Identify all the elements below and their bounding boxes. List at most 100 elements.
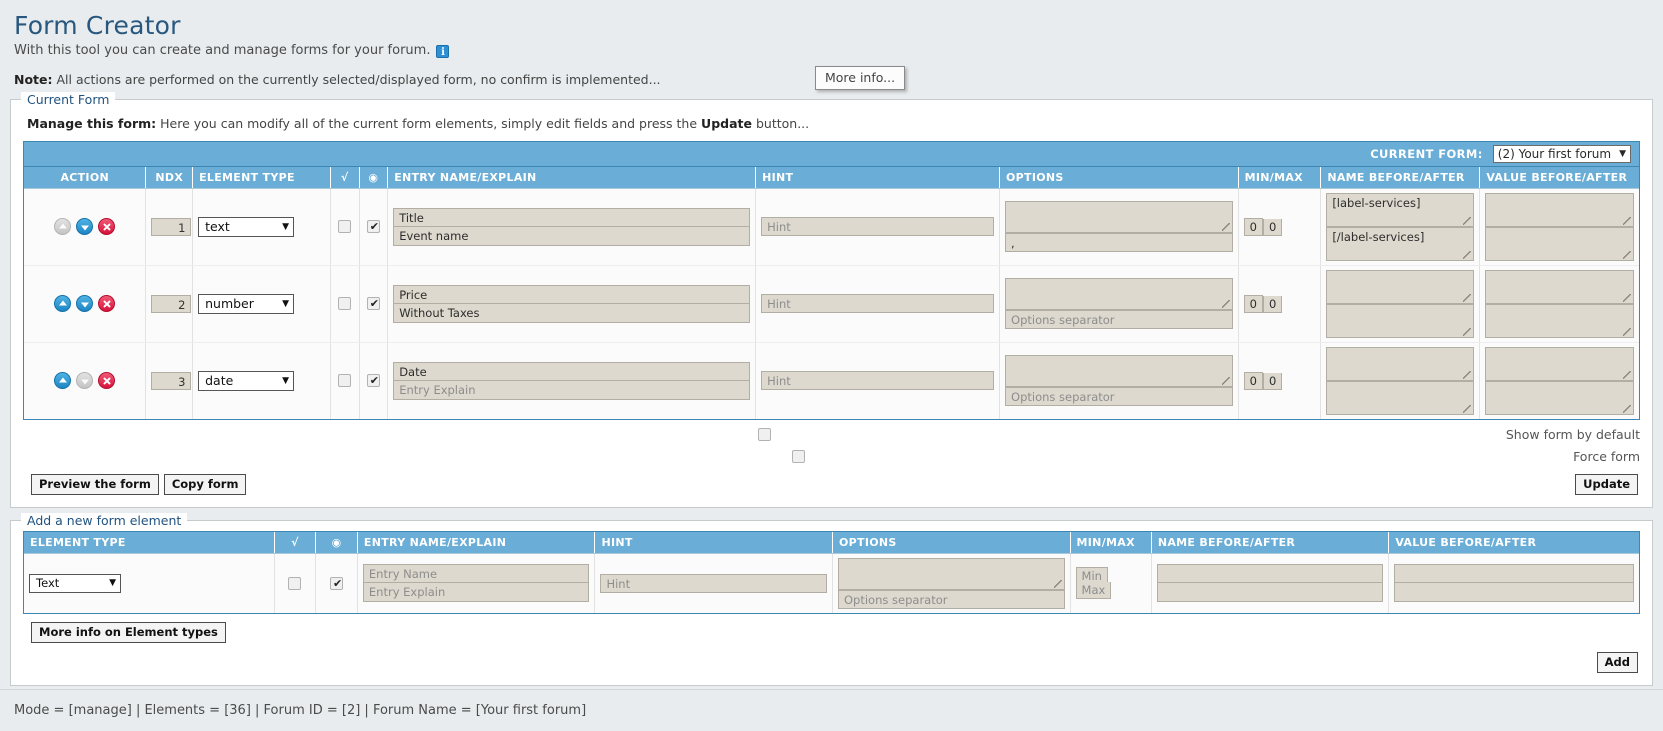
min-input[interactable]: 0	[1243, 217, 1263, 236]
move-up-icon[interactable]	[54, 372, 72, 390]
ndx-input[interactable]: 2	[151, 294, 192, 313]
info-icon[interactable]: i	[436, 44, 450, 58]
options-textarea[interactable]	[1005, 278, 1233, 311]
show-form-checkbox[interactable]	[758, 427, 772, 441]
more-info-button-wrap: More info on Element types	[31, 621, 1640, 643]
add-col-element-type: ELEMENT TYPE	[24, 531, 275, 554]
add-options-separator-input[interactable]: Options separator	[838, 589, 1065, 609]
visible-checkbox[interactable]	[366, 296, 381, 311]
add-element-legend: Add a new form element	[21, 512, 188, 528]
name-before-input[interactable]: [label-services]	[1326, 192, 1475, 227]
add-visible-checkbox[interactable]	[330, 576, 344, 591]
add-value-after-input[interactable]	[1394, 583, 1634, 603]
element-type-select[interactable]: date ▼	[198, 370, 295, 391]
name-before-input[interactable]	[1326, 269, 1475, 304]
required-checkbox[interactable]	[338, 374, 352, 388]
add-max-input[interactable]: Max	[1075, 582, 1112, 600]
cell-value-before-after	[1479, 265, 1639, 343]
options-separator-input[interactable]: Options separator	[1005, 310, 1233, 330]
entry-name-input[interactable]: Date	[393, 361, 751, 381]
required-checkbox[interactable]	[338, 297, 352, 311]
add-cell-entry: Entry Name Entry Explain	[357, 553, 596, 613]
element-type-select[interactable]: number ▼	[198, 293, 295, 314]
force-form-option[interactable]: Force form	[31, 449, 1640, 464]
options-separator-input[interactable]: Options separator	[1005, 387, 1233, 407]
cell-element-type: text ▼	[192, 188, 331, 266]
update-button[interactable]: Update	[1575, 473, 1638, 495]
cell-hint: Hint	[755, 188, 1001, 266]
add-options-textarea[interactable]	[838, 557, 1065, 590]
max-input[interactable]: 0	[1262, 295, 1283, 313]
visible-checkbox[interactable]	[366, 373, 381, 388]
entry-explain-input[interactable]: Event name	[393, 226, 751, 246]
options-separator-input[interactable]: ,	[1005, 233, 1233, 253]
min-input[interactable]: 0	[1243, 371, 1263, 390]
value-before-input[interactable]	[1485, 346, 1634, 381]
entry-name-input[interactable]: Title	[393, 207, 751, 227]
value-after-input[interactable]	[1485, 226, 1634, 261]
add-element-type-select[interactable]: Text ▼	[29, 573, 121, 593]
move-up-icon[interactable]	[54, 218, 72, 236]
options-textarea[interactable]	[1005, 201, 1233, 234]
value-before-input[interactable]	[1485, 192, 1634, 227]
manage-this-form-line: Manage this form: Here you can modify al…	[27, 116, 1640, 131]
ndx-input[interactable]: 1	[151, 217, 192, 236]
delete-icon[interactable]	[98, 218, 116, 236]
add-cell-hint: Hint	[594, 553, 833, 613]
move-up-icon[interactable]	[54, 295, 72, 313]
hint-input[interactable]: Hint	[761, 217, 995, 237]
hint-input[interactable]: Hint	[761, 294, 995, 314]
entry-name-input[interactable]: Price	[393, 284, 751, 304]
entry-explain-input[interactable]: Without Taxes	[393, 303, 751, 323]
hint-input[interactable]: Hint	[761, 371, 995, 391]
preview-form-button[interactable]: Preview the form	[31, 473, 159, 495]
name-after-input[interactable]: [/label-services]	[1326, 226, 1475, 261]
add-button[interactable]: Add	[1596, 651, 1638, 673]
cell-ndx: 2	[145, 265, 194, 343]
value-after-input[interactable]	[1485, 303, 1634, 338]
name-after-input[interactable]	[1326, 380, 1475, 415]
note-label: Note:	[14, 71, 53, 87]
move-down-icon[interactable]	[76, 372, 94, 390]
add-entry-explain-input[interactable]: Entry Explain	[362, 583, 590, 603]
cell-name-before-after	[1320, 265, 1481, 343]
max-input[interactable]: 0	[1262, 218, 1283, 236]
min-input[interactable]: 0	[1243, 294, 1263, 313]
copy-form-button[interactable]: Copy form	[163, 473, 247, 495]
manage-label: Manage this form:	[27, 115, 157, 131]
add-name-before-input[interactable]	[1156, 564, 1384, 584]
add-entry-name-input[interactable]: Entry Name	[362, 564, 590, 584]
cell-entry: Price Without Taxes	[387, 265, 757, 343]
value-after-input[interactable]	[1485, 380, 1634, 415]
chevron-down-icon: ▼	[282, 298, 290, 309]
entry-explain-input[interactable]: Entry Explain	[393, 380, 751, 400]
subtitle-text: With this tool you can create and manage…	[14, 42, 431, 58]
cell-ndx: 3	[145, 342, 194, 419]
element-type-value: date	[205, 373, 234, 389]
required-checkbox[interactable]	[338, 220, 352, 234]
cell-entry: Title Event name	[387, 188, 757, 266]
cell-minmax: 00	[1238, 188, 1322, 266]
force-form-checkbox[interactable]	[792, 449, 806, 463]
cell-hint: Hint	[755, 265, 1001, 343]
element-type-select[interactable]: text ▼	[198, 216, 295, 237]
delete-icon[interactable]	[98, 372, 116, 390]
max-input[interactable]: 0	[1262, 372, 1283, 390]
delete-icon[interactable]	[98, 295, 116, 313]
add-value-before-input[interactable]	[1394, 564, 1634, 584]
current-form-select[interactable]: (2) Your first forum ▼	[1492, 144, 1631, 163]
show-form-option[interactable]: Show form by default	[31, 427, 1640, 442]
value-before-input[interactable]	[1485, 269, 1634, 304]
name-after-input[interactable]	[1326, 303, 1475, 338]
ndx-input[interactable]: 3	[151, 371, 192, 390]
add-hint-input[interactable]: Hint	[600, 573, 827, 593]
name-before-input[interactable]	[1326, 346, 1475, 381]
more-info-element-types-button[interactable]: More info on Element types	[31, 621, 226, 643]
move-down-icon[interactable]	[76, 295, 94, 313]
add-required-checkbox[interactable]	[288, 576, 302, 590]
col-element-type: ELEMENT TYPE	[192, 166, 331, 189]
visible-checkbox[interactable]	[366, 219, 381, 234]
options-textarea[interactable]	[1005, 355, 1233, 388]
add-name-after-input[interactable]	[1156, 583, 1384, 603]
move-down-icon[interactable]	[76, 218, 94, 236]
